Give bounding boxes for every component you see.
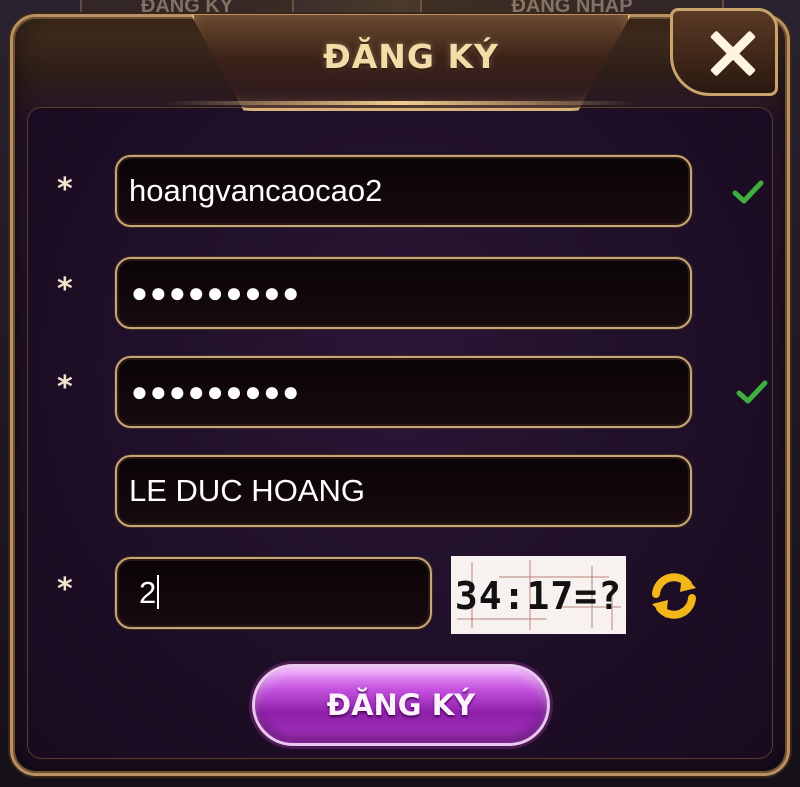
captcha-input-value: 2 xyxy=(139,575,157,610)
confirm-password-field[interactable]: ●●●●●●●●● xyxy=(115,356,692,428)
title-plate: ĐĂNG KÝ xyxy=(191,15,631,111)
required-marker: * xyxy=(57,172,73,207)
close-icon xyxy=(709,29,757,77)
text-caret xyxy=(157,575,160,609)
captcha-text: 34:17=? xyxy=(454,574,623,618)
display-name-field[interactable]: LE DUC HOANG xyxy=(115,455,692,527)
dialog-title: ĐĂNG KÝ xyxy=(323,37,499,76)
register-button[interactable]: ĐĂNG KÝ xyxy=(252,664,550,746)
check-icon xyxy=(736,380,768,404)
username-field[interactable]: hoangvancaocao2 xyxy=(115,155,692,227)
refresh-icon[interactable] xyxy=(646,568,702,624)
close-button[interactable] xyxy=(670,8,778,96)
required-marker: * xyxy=(57,572,73,607)
captcha-noise-line xyxy=(457,618,547,620)
required-marker: * xyxy=(57,370,73,405)
captcha-image: 34:17=? xyxy=(451,556,626,634)
captcha-input[interactable]: 2 xyxy=(115,557,432,629)
title-ornament xyxy=(163,101,637,105)
password-field[interactable]: ●●●●●●●●● xyxy=(115,257,692,329)
check-icon xyxy=(732,180,764,204)
required-marker: * xyxy=(57,272,73,307)
